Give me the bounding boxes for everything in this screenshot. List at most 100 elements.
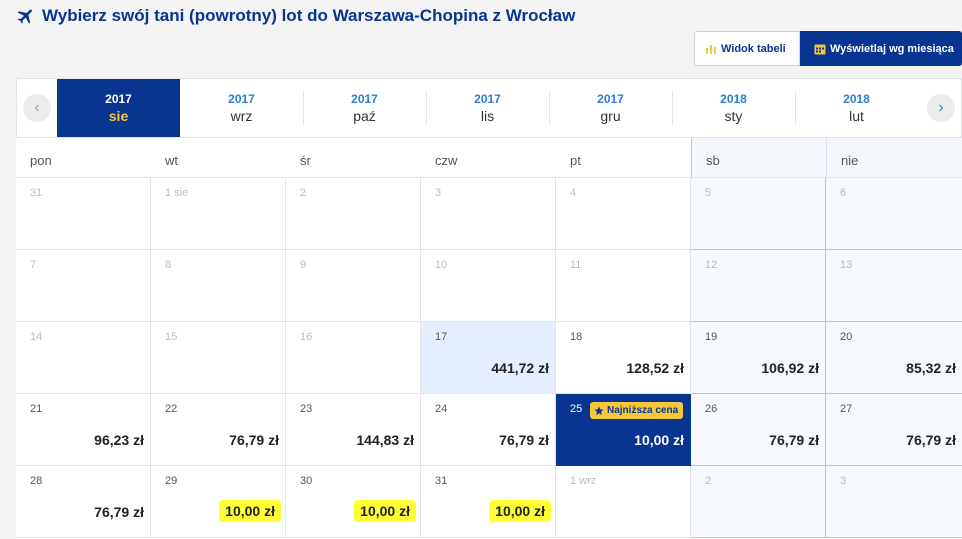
page-title: Wybierz swój tani (powrotny) lot do Wars… bbox=[42, 6, 576, 25]
month-tab-year: 2017 bbox=[228, 92, 255, 106]
calendar-day[interactable]: 24 76,79 zł bbox=[421, 394, 556, 466]
day-number: 8 bbox=[165, 259, 172, 271]
calendar-icon bbox=[814, 44, 826, 54]
calendar-day[interactable]: 21 96,23 zł bbox=[16, 394, 151, 466]
calendar-day[interactable]: 22 76,79 zł bbox=[151, 394, 286, 466]
day-price: 106,92 zł bbox=[761, 360, 819, 376]
day-number: 25 bbox=[570, 403, 583, 415]
calendar-day: 31 bbox=[16, 178, 151, 250]
day-number: 7 bbox=[30, 259, 37, 271]
calendar-day[interactable]: 30 10,00 zł bbox=[286, 466, 421, 538]
calendar-day: 10 bbox=[421, 250, 556, 322]
day-number: 30 bbox=[300, 475, 313, 487]
calendar-day[interactable]: 26 76,79 zł bbox=[691, 394, 826, 466]
month-selector: ‹ 2017 sie 2017 wrz 2017 paź 2017 lis 2017 gru 201… bbox=[16, 78, 962, 138]
month-tab-year: 2017 bbox=[474, 92, 501, 106]
day-number: 31 bbox=[435, 475, 448, 487]
calendar-day[interactable]: 29 10,00 zł bbox=[151, 466, 286, 538]
month-tab[interactable]: 2018 sty bbox=[672, 79, 795, 137]
calendar-day: 12 bbox=[691, 250, 826, 322]
month-tab-month: wrz bbox=[230, 108, 253, 124]
day-number: 23 bbox=[300, 403, 313, 415]
day-number: 2 bbox=[300, 187, 307, 199]
calendar-day: 6 bbox=[826, 178, 962, 250]
chevron-right-icon: › bbox=[927, 94, 955, 122]
calendar-day: 7 bbox=[16, 250, 151, 322]
day-price: 76,79 zł bbox=[769, 432, 819, 448]
lowest-price-label: Najniższa cena bbox=[607, 405, 679, 416]
day-number: 2 bbox=[705, 475, 712, 487]
day-price: 10,00 zł bbox=[634, 432, 684, 448]
day-price: 441,72 zł bbox=[491, 360, 549, 376]
day-price: 76,79 zł bbox=[499, 432, 549, 448]
day-number: 10 bbox=[435, 259, 448, 271]
month-tab-month: sie bbox=[108, 108, 129, 124]
calendar-day[interactable]: 25 Najniższa cena 10,00 zł bbox=[556, 394, 691, 466]
day-number: 3 bbox=[435, 187, 442, 199]
day-number: 4 bbox=[570, 187, 577, 199]
day-number: 31 bbox=[30, 187, 43, 199]
month-tab-month: lis bbox=[480, 108, 495, 124]
month-tab-month: paź bbox=[353, 108, 376, 124]
day-header: pon bbox=[16, 138, 151, 178]
day-number: 22 bbox=[165, 403, 178, 415]
day-header: śr bbox=[286, 138, 421, 178]
month-tab[interactable]: 2018 lut bbox=[795, 79, 918, 137]
month-tab[interactable]: 2017 sie bbox=[57, 79, 180, 137]
calendar-week: 31 1 sie 2 3 4 5 6 bbox=[16, 178, 962, 250]
calendar-day[interactable]: 27 76,79 zł bbox=[826, 394, 962, 466]
day-number: 14 bbox=[30, 331, 43, 343]
calendar-day: 11 bbox=[556, 250, 691, 322]
day-header: nie bbox=[826, 138, 962, 178]
table-view-label: Widok tabeli bbox=[721, 42, 786, 55]
day-number: 5 bbox=[705, 187, 712, 199]
calendar-day[interactable]: 28 76,79 zł bbox=[16, 466, 151, 538]
day-number: 21 bbox=[30, 403, 43, 415]
calendar-day[interactable]: 23 144,83 zł bbox=[286, 394, 421, 466]
calendar-day: 15 bbox=[151, 322, 286, 394]
calendar-day[interactable]: 20 85,32 zł bbox=[826, 322, 962, 394]
page-header: Wybierz swój tani (powrotny) lot do Wars… bbox=[16, 6, 575, 26]
plane-icon bbox=[17, 9, 32, 24]
day-number: 27 bbox=[840, 403, 853, 415]
day-price: 76,79 zł bbox=[229, 432, 279, 448]
calendar-week: 14 15 16 17 441,72 zł 18 128,52 zł 19 106,92 zł 2… bbox=[16, 322, 962, 394]
day-number: 9 bbox=[300, 259, 307, 271]
chevron-left-icon: ‹ bbox=[23, 94, 51, 122]
calendar-day: 4 bbox=[556, 178, 691, 250]
calendar-day[interactable]: 31 10,00 zł bbox=[421, 466, 556, 538]
month-tab[interactable]: 2017 lis bbox=[426, 79, 549, 137]
calendar-day[interactable]: 18 128,52 zł bbox=[556, 322, 691, 394]
day-price: 76,79 zł bbox=[906, 432, 956, 448]
calendar-day: 2 bbox=[286, 178, 421, 250]
day-number: 12 bbox=[705, 259, 718, 271]
month-view-button[interactable]: Wyświetlaj wg miesiąca bbox=[800, 31, 962, 66]
prev-months-button[interactable]: ‹ bbox=[17, 79, 57, 137]
day-number: 17 bbox=[435, 331, 448, 343]
month-tab-year: 2018 bbox=[843, 92, 870, 106]
day-number: 18 bbox=[570, 331, 583, 343]
day-header: pt bbox=[556, 138, 691, 178]
calendar-day: 14 bbox=[16, 322, 151, 394]
calendar-week: 28 76,79 zł 29 10,00 zł 30 10,00 zł 31 10,00 zł… bbox=[16, 466, 962, 538]
day-number: 6 bbox=[840, 187, 847, 199]
calendar-day: 3 bbox=[421, 178, 556, 250]
day-number: 1 sie bbox=[165, 187, 189, 199]
view-toggle: Widok tabeli Wyświetlaj wg miesiąca bbox=[694, 31, 962, 66]
day-number: 28 bbox=[30, 475, 43, 487]
table-view-button[interactable]: Widok tabeli bbox=[694, 31, 800, 66]
day-price: 144,83 zł bbox=[356, 432, 414, 448]
month-tab-month: gru bbox=[600, 108, 621, 124]
month-tab-year: 2017 bbox=[351, 92, 378, 106]
calendar-day: 3 bbox=[826, 466, 962, 538]
next-months-button[interactable]: › bbox=[921, 79, 961, 137]
calendar-day[interactable]: 17 441,72 zł bbox=[421, 322, 556, 394]
month-tab[interactable]: 2017 gru bbox=[549, 79, 672, 137]
day-number: 24 bbox=[435, 403, 448, 415]
calendar-week: 7 8 9 10 11 12 13 bbox=[16, 250, 962, 322]
day-price: 96,23 zł bbox=[94, 432, 144, 448]
month-tab[interactable]: 2017 paź bbox=[303, 79, 426, 137]
month-tab[interactable]: 2017 wrz bbox=[180, 79, 303, 137]
calendar-day[interactable]: 19 106,92 zł bbox=[691, 322, 826, 394]
day-header: czw bbox=[421, 138, 556, 178]
